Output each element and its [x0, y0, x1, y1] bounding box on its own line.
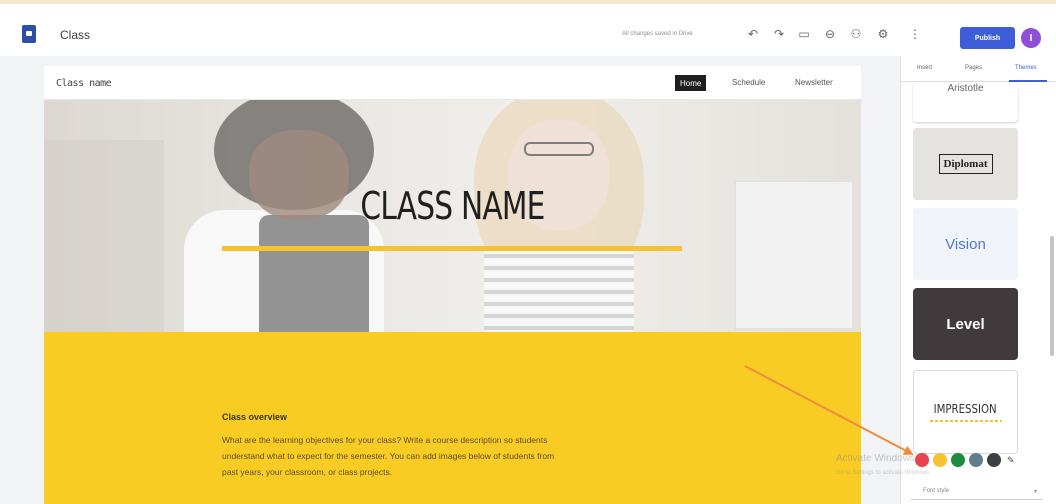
overview-text[interactable]: What are the learning objectives for you…	[222, 432, 672, 480]
site-preview[interactable]: Class name Home Schedule Newsletter CLAS…	[44, 66, 861, 504]
overview-section[interactable]: Class overview What are the learning obj…	[44, 332, 861, 504]
font-style-label: Font style	[923, 488, 950, 494]
hero-banner[interactable]: CLASS NAME	[44, 100, 861, 332]
theme-aristotle[interactable]: Aristotle	[913, 82, 1018, 122]
app-window: Class All changes saved in Drive ↶ ↷ ▭ ⊖…	[0, 0, 1056, 504]
windows-watermark: Activate Windows	[836, 453, 915, 464]
editor-canvas: Class name Home Schedule Newsletter CLAS…	[0, 56, 900, 504]
theme-impression[interactable]: IMPRESSION	[913, 370, 1018, 454]
undo-icon[interactable]: ↶	[745, 26, 761, 42]
nav-schedule[interactable]: Schedule	[732, 78, 765, 87]
theme-accent-line	[929, 420, 1002, 422]
theme-label: Diplomat	[938, 154, 993, 174]
custom-color-icon[interactable]: ✎	[1007, 455, 1015, 466]
panel-tabs: Insert Pages Themes	[901, 56, 1056, 82]
site-header: Class name Home Schedule Newsletter	[44, 66, 861, 100]
panel-scrollbar[interactable]	[1050, 236, 1054, 356]
nav-home[interactable]: Home	[675, 75, 707, 91]
site-name[interactable]: Class name	[56, 78, 112, 89]
tab-themes[interactable]: Themes	[1015, 65, 1037, 71]
theme-level[interactable]: Level	[913, 288, 1018, 360]
color-swatch-red[interactable]	[915, 453, 929, 467]
top-toolbar: Class All changes saved in Drive ↶ ↷ ▭ ⊖…	[0, 0, 1056, 56]
color-swatch-yellow[interactable]	[933, 453, 947, 467]
hero-underline	[222, 246, 682, 251]
document-title[interactable]: Class	[60, 28, 90, 42]
preview-icon[interactable]: ▭	[796, 26, 812, 42]
overview-heading[interactable]: Class overview	[222, 412, 287, 422]
theme-diplomat[interactable]: Diplomat	[913, 128, 1018, 200]
themes-panel: Insert Pages Themes Aristotle Diplomat V…	[900, 56, 1056, 504]
windows-watermark-sub: Go to Settings to activate Windows.	[836, 470, 931, 476]
more-vert-icon[interactable]: ⋮	[907, 26, 923, 42]
gear-icon[interactable]: ⚙	[875, 26, 891, 42]
hero-title[interactable]: CLASS NAME	[134, 184, 771, 228]
overview-line: past years, your classroom, or class pro…	[222, 467, 393, 477]
overview-line: understand what to expect for the semest…	[222, 451, 555, 461]
add-person-icon[interactable]: ⚇	[848, 26, 864, 42]
save-status: All changes saved in Drive	[622, 31, 693, 37]
redo-icon[interactable]: ↷	[771, 26, 787, 42]
chevron-down-icon: ▾	[1033, 489, 1037, 495]
link-icon[interactable]: ⊖	[822, 26, 838, 42]
color-swatch-slate[interactable]	[969, 453, 983, 467]
font-style-select[interactable]: Font style ▾	[911, 482, 1043, 500]
nav-newsletter[interactable]: Newsletter	[795, 78, 833, 87]
color-swatch-dark[interactable]	[987, 453, 1001, 467]
color-swatch-green[interactable]	[951, 453, 965, 467]
overview-line: What are the learning objectives for you…	[222, 435, 548, 445]
theme-label: Level	[946, 315, 985, 333]
theme-label: Aristotle	[947, 82, 984, 94]
theme-label: IMPRESSION	[933, 402, 998, 416]
sites-logo-icon[interactable]	[22, 25, 36, 43]
theme-label: Vision	[945, 235, 986, 253]
tab-insert[interactable]: Insert	[917, 65, 932, 71]
avatar[interactable]: I	[1021, 28, 1041, 48]
color-swatches: ✎	[915, 453, 1015, 467]
theme-vision[interactable]: Vision	[913, 208, 1018, 280]
tab-pages[interactable]: Pages	[965, 65, 982, 71]
publish-button[interactable]: Publish	[960, 27, 1015, 49]
